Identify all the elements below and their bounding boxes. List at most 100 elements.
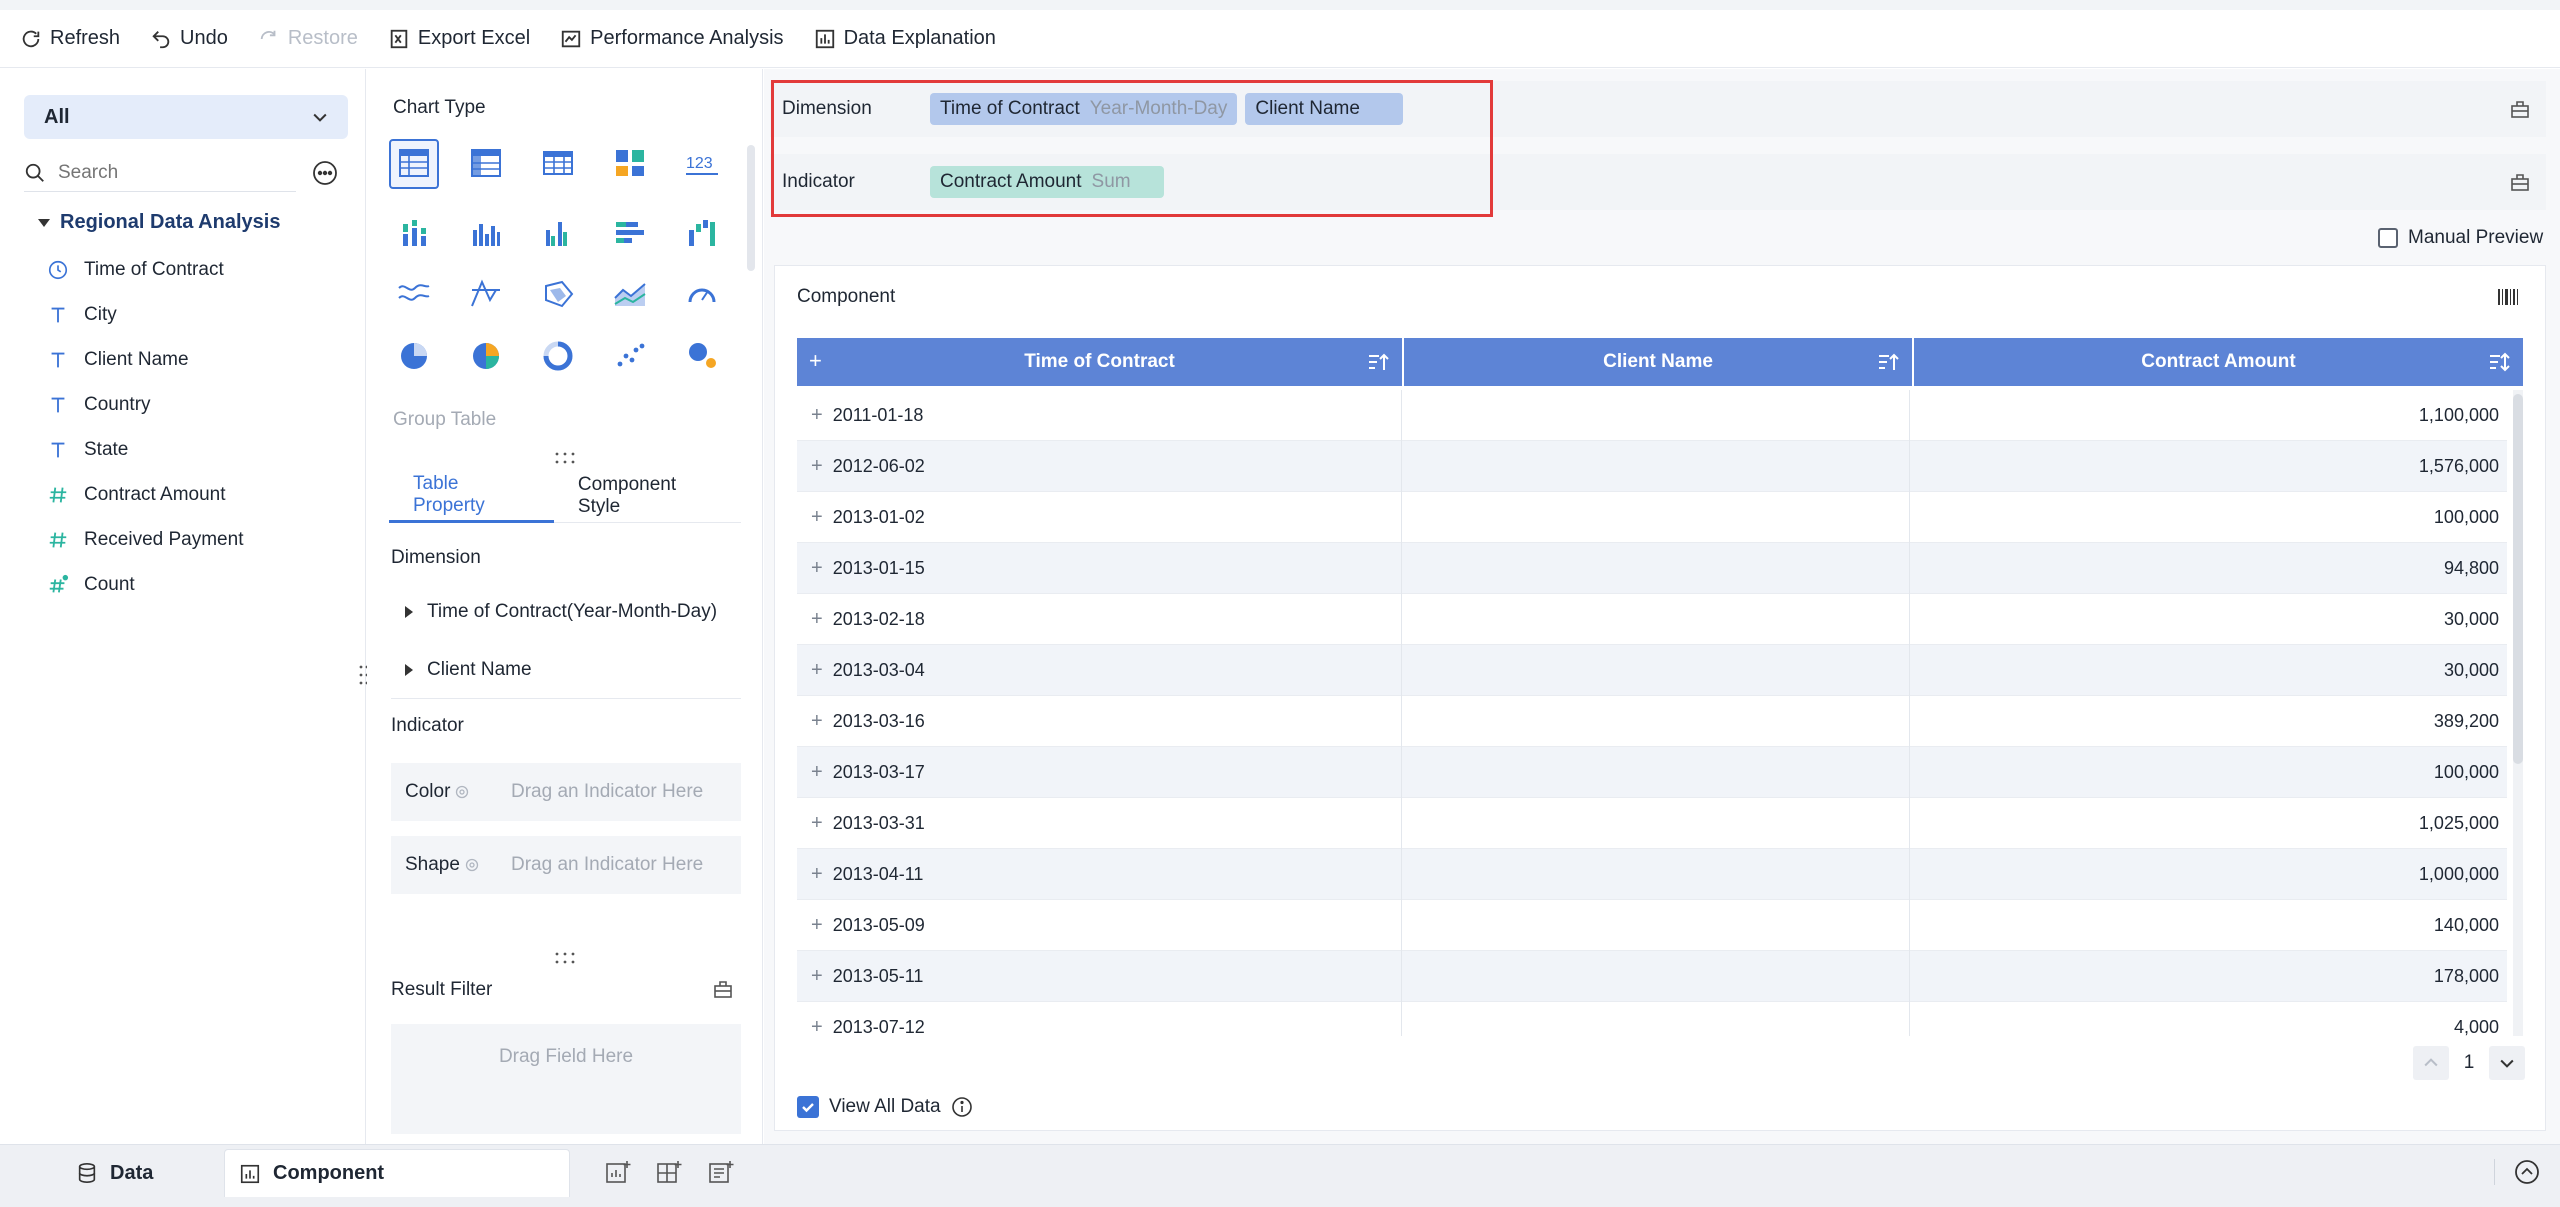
detail-table-icon[interactable] (533, 139, 583, 189)
waterfall-chart-icon[interactable] (677, 209, 727, 259)
expand-all-icon[interactable]: + (809, 348, 822, 374)
expand-row-icon[interactable]: + (811, 608, 823, 631)
table-row[interactable]: +2013-04-11 1,000,000 (797, 849, 2507, 900)
field-item[interactable]: Count (46, 570, 135, 600)
collapse-up-icon[interactable] (2514, 1159, 2540, 1185)
expand-row-icon[interactable]: + (811, 761, 823, 784)
tab-table-property[interactable]: Table Property (389, 469, 554, 523)
field-item[interactable]: State (46, 435, 128, 465)
cross-table-icon[interactable] (461, 139, 511, 189)
table-row[interactable]: +2012-06-02 1,576,000 (797, 441, 2507, 492)
page-down-button[interactable] (2489, 1046, 2525, 1080)
field-item[interactable]: Client Name (46, 345, 189, 375)
tab-data[interactable]: Data (62, 1149, 222, 1197)
add-report-icon[interactable] (707, 1159, 735, 1187)
pagination: 1 (2413, 1046, 2525, 1080)
filter-settings-icon[interactable] (711, 977, 735, 1001)
table-row[interactable]: +2013-01-15 94,800 (797, 543, 2507, 594)
field-item[interactable]: Time of Contract (46, 255, 224, 285)
expand-row-icon[interactable]: + (811, 506, 823, 529)
tab-component[interactable]: Component (224, 1149, 570, 1197)
refresh-button[interactable]: Refresh (20, 21, 120, 57)
scrollbar[interactable] (747, 145, 755, 271)
info-icon[interactable] (951, 1096, 973, 1118)
shelf-settings-icon[interactable] (2508, 97, 2532, 121)
add-dashboard-icon[interactable] (655, 1159, 683, 1187)
ring-chart-icon[interactable] (533, 331, 583, 381)
search-input[interactable] (58, 161, 278, 184)
view-all-data-toggle[interactable]: View All Data (797, 1096, 973, 1118)
expand-row-icon[interactable]: + (811, 659, 823, 682)
field-item[interactable]: City (46, 300, 117, 330)
dimension-item-time-of-contract[interactable]: Time of Contract(Year-Month-Day) (405, 601, 717, 623)
area-chart-icon[interactable] (605, 269, 655, 319)
table-row[interactable]: +2013-01-02 100,000 (797, 492, 2507, 543)
number-kpi-icon[interactable]: 123 (677, 139, 727, 189)
card-chart-icon[interactable] (605, 139, 655, 189)
table-row[interactable]: +2013-03-17 100,000 (797, 747, 2507, 798)
restore-button[interactable]: Restore (258, 21, 358, 57)
table-row[interactable]: +2013-05-09 140,000 (797, 900, 2507, 951)
bubble-chart-icon[interactable] (677, 331, 727, 381)
grouped-column-icon[interactable] (533, 209, 583, 259)
dimension-item-client-name[interactable]: Client Name (405, 659, 532, 681)
field-item[interactable]: Country (46, 390, 151, 420)
data-explanation-button[interactable]: Data Explanation (814, 21, 996, 57)
field-item[interactable]: Contract Amount (46, 480, 226, 510)
shelf-settings-icon[interactable] (2508, 170, 2532, 194)
expand-row-icon[interactable]: + (811, 1016, 823, 1036)
table-row[interactable]: +2013-05-11 178,000 (797, 951, 2507, 1002)
export-excel-button[interactable]: Export Excel (388, 21, 530, 57)
multi-pie-icon[interactable] (461, 331, 511, 381)
undo-button[interactable]: Undo (150, 21, 228, 57)
performance-analysis-button[interactable]: Performance Analysis (560, 21, 784, 57)
table-row[interactable]: +2013-03-04 30,000 (797, 645, 2507, 696)
expand-row-icon[interactable]: + (811, 404, 823, 427)
gauge-chart-icon[interactable] (677, 269, 727, 319)
table-scrollbar-thumb[interactable] (2513, 394, 2523, 764)
pie-chart-icon[interactable] (389, 331, 439, 381)
table-chart-icon[interactable] (389, 139, 439, 189)
table-row[interactable]: +2013-07-12 4,000 (797, 1002, 2507, 1036)
column-chart-icon[interactable] (461, 209, 511, 259)
expand-row-icon[interactable]: + (811, 914, 823, 937)
polygon-chart-icon[interactable] (533, 269, 583, 319)
expand-row-icon[interactable]: + (811, 455, 823, 478)
expand-row-icon[interactable]: + (811, 965, 823, 988)
bar-chart-icon[interactable] (605, 209, 655, 259)
manual-preview-toggle[interactable]: Manual Preview (2378, 227, 2543, 249)
manual-preview-checkbox[interactable] (2378, 228, 2398, 248)
sort-icon[interactable] (2487, 350, 2511, 374)
expand-row-icon[interactable]: + (811, 812, 823, 835)
expand-row-icon[interactable]: + (811, 863, 823, 886)
sort-icon[interactable] (1366, 350, 1390, 374)
stacked-column-icon[interactable] (389, 209, 439, 259)
column-header-contract-amount[interactable]: Contract Amount (1914, 338, 2523, 386)
resize-handle-top[interactable] (553, 451, 577, 465)
view-all-checkbox[interactable] (797, 1096, 819, 1118)
result-filter-drop-zone[interactable]: Drag Field Here (391, 1024, 741, 1134)
tab-component-style[interactable]: Component Style (554, 469, 741, 523)
barcode-icon[interactable] (2495, 284, 2521, 310)
expand-row-icon[interactable]: + (811, 557, 823, 580)
scatter-chart-icon[interactable] (605, 331, 655, 381)
more-options-icon[interactable] (312, 160, 338, 186)
field-item[interactable]: Received Payment (46, 525, 243, 555)
shape-drop-zone[interactable]: Shape Drag an Indicator Here (391, 836, 741, 894)
column-header-client-name[interactable]: Client Name (1404, 338, 1914, 386)
table-row[interactable]: +2013-02-18 30,000 (797, 594, 2507, 645)
expand-row-icon[interactable]: + (811, 710, 823, 733)
table-row[interactable]: +2013-03-16 389,200 (797, 696, 2507, 747)
dataset-select[interactable]: All (24, 95, 348, 139)
table-row[interactable]: +2013-03-31 1,025,000 (797, 798, 2507, 849)
color-drop-zone[interactable]: Color Drag an Indicator Here (391, 763, 741, 821)
radar-chart-icon[interactable] (461, 269, 511, 319)
add-component-icon[interactable] (604, 1159, 632, 1187)
sort-icon[interactable] (1876, 350, 1900, 374)
column-header-time-of-contract[interactable]: + Time of Contract (797, 338, 1404, 386)
dataset-tree-title[interactable]: Regional Data Analysis (38, 211, 280, 234)
table-row[interactable]: +2011-01-18 1,100,000 (797, 390, 2507, 441)
resize-handle-bottom[interactable] (553, 951, 577, 965)
line-chart-icon[interactable] (389, 269, 439, 319)
page-up-button[interactable] (2413, 1046, 2449, 1080)
